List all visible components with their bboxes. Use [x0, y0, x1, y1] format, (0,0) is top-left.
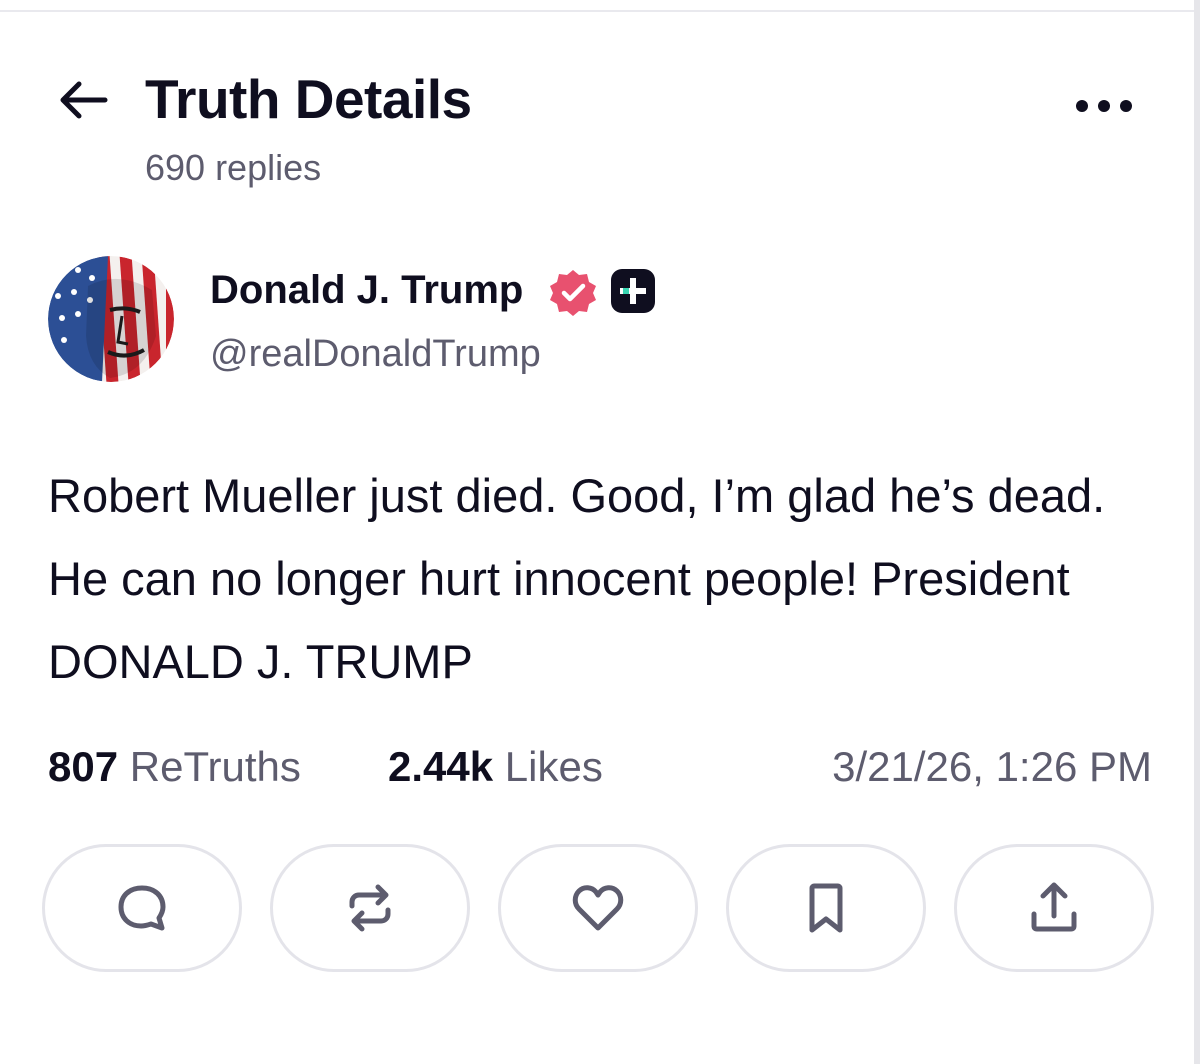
- chat-bubble-icon: [118, 885, 166, 931]
- back-button[interactable]: [52, 72, 114, 128]
- top-divider: [0, 0, 1200, 12]
- truth-plus-badge-icon: [610, 268, 656, 314]
- retruths-label: ReTruths: [129, 743, 301, 790]
- likes-stat[interactable]: 2.44k Likes: [388, 740, 603, 794]
- retruth-button[interactable]: [270, 844, 470, 972]
- likes-label: Likes: [504, 743, 603, 790]
- verified-badge-icon: [548, 268, 598, 318]
- share-button[interactable]: [954, 844, 1154, 972]
- more-horizontal-icon: [1076, 100, 1132, 112]
- post-timestamp: 3/21/26, 1:26 PM: [832, 743, 1152, 790]
- more-options-button[interactable]: [1068, 82, 1140, 130]
- retruths-stat[interactable]: 807 ReTruths: [48, 740, 301, 794]
- repost-icon: [349, 884, 391, 932]
- page-title: Truth Details: [145, 68, 472, 130]
- author-name[interactable]: Donald J. Trump: [210, 266, 523, 314]
- likes-count: 2.44k: [388, 743, 494, 790]
- like-button[interactable]: [498, 844, 698, 972]
- author-handle[interactable]: @realDonaldTrump: [210, 330, 541, 378]
- bookmark-button[interactable]: [726, 844, 926, 972]
- post-text: Robert Mueller just died. Good, I’m glad…: [48, 469, 1106, 688]
- arrow-left-icon: [60, 81, 108, 119]
- heart-icon: [572, 885, 624, 931]
- reply-count: 690 replies: [145, 147, 322, 188]
- avatar-flag-portrait-image: [48, 256, 174, 382]
- share-upload-icon: [1031, 882, 1077, 932]
- scrollbar-track: [1194, 0, 1200, 1064]
- truth-details-page: Truth Details 690 replies Donald J. Trum…: [0, 0, 1200, 1064]
- avatar[interactable]: [48, 256, 174, 382]
- bookmark-icon: [809, 883, 843, 933]
- reply-button[interactable]: [42, 844, 242, 972]
- retruths-count: 807: [48, 743, 119, 790]
- post-stats: 807 ReTruths 2.44k Likes 3/21/26, 1:26 P…: [48, 740, 1152, 794]
